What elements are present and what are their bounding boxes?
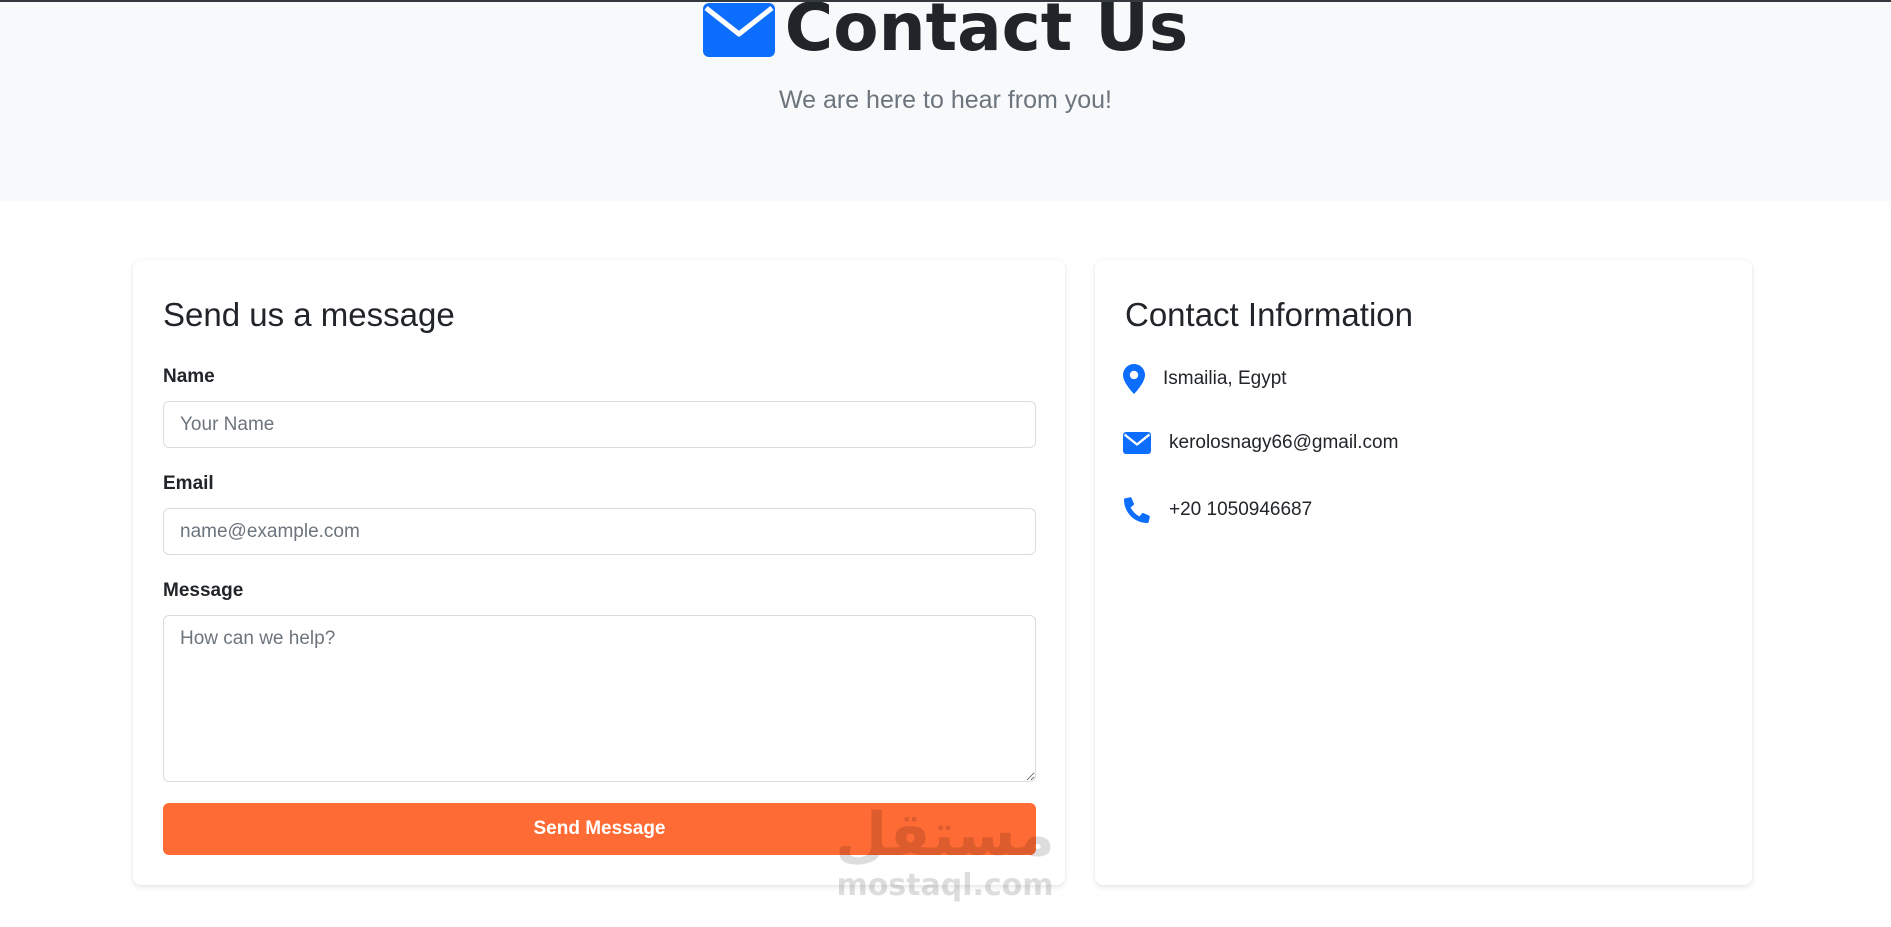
hero-title-row: Contact Us: [0, 0, 1891, 68]
info-item-email: kerolosnagy66@gmail.com: [1123, 432, 1398, 454]
email-input[interactable]: [163, 508, 1036, 555]
page-title: Contact Us: [784, 0, 1189, 66]
name-input[interactable]: [163, 401, 1036, 448]
info-email-text[interactable]: kerolosnagy66@gmail.com: [1169, 432, 1398, 454]
message-form-card: Send us a message Name Email Message Sen…: [133, 260, 1065, 885]
form-heading: Send us a message: [163, 296, 455, 333]
info-location-text: Ismailia, Egypt: [1163, 368, 1287, 389]
send-message-button[interactable]: Send Message: [163, 803, 1036, 855]
phone-icon: [1124, 497, 1150, 523]
message-textarea[interactable]: [163, 615, 1036, 782]
info-item-phone: +20 1050946687: [1123, 496, 1312, 524]
info-heading: Contact Information: [1125, 296, 1413, 333]
name-label: Name: [163, 366, 215, 387]
message-label: Message: [163, 580, 244, 601]
hero-section: Contact Us We are here to hear from you!: [0, 0, 1891, 201]
page-subtitle: We are here to hear from you!: [778, 86, 1113, 114]
map-marker-icon: [1123, 364, 1145, 394]
envelope-icon: [1123, 432, 1151, 454]
envelope-icon: [702, 3, 775, 57]
contact-info-card: Contact Information Ismailia, Egypt kero…: [1095, 260, 1752, 885]
info-item-location: Ismailia, Egypt: [1123, 364, 1287, 394]
top-border: [0, 0, 1891, 2]
info-phone-text[interactable]: +20 1050946687: [1169, 499, 1312, 521]
email-label: Email: [163, 473, 214, 494]
